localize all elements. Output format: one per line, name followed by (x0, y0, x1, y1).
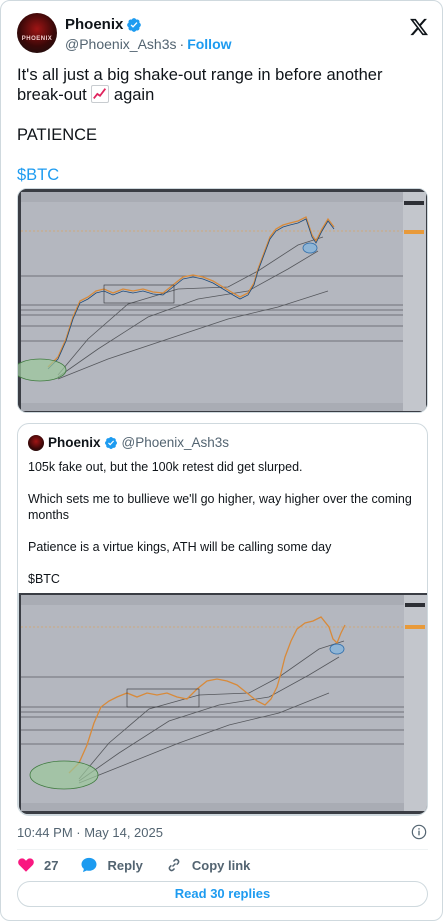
quoted-paragraph-4: $BTC (28, 572, 60, 586)
footer-divider (17, 849, 428, 850)
quoted-paragraph-3: Patience is a virtue kings, ATH will be … (28, 540, 332, 554)
author-name[interactable]: Phoenix (65, 16, 123, 33)
action-bar: 27 Reply Copy link (17, 855, 272, 875)
tweet-card: PHOENIX Phoenix @Phoenix_Ash3s · Follow … (0, 0, 443, 921)
verified-badge-icon (104, 436, 117, 449)
quoted-paragraph-1: 105k fake out, but the 100k retest did g… (28, 460, 303, 474)
info-icon[interactable] (411, 824, 427, 840)
tweet-line-1-tail: again (113, 86, 155, 104)
reply-bubble-icon (81, 857, 97, 873)
author-name-row: Phoenix (65, 16, 142, 33)
quoted-author-handle: @Phoenix_Ash3s (121, 435, 230, 450)
quoted-paragraph-2: Which sets me to bullieve we'll go highe… (28, 492, 412, 522)
author-handle-row: @Phoenix_Ash3s · Follow (65, 36, 232, 52)
tweet-line-2: PATIENCE (17, 126, 98, 144)
follow-button[interactable]: Follow (187, 36, 231, 52)
btc-chart-graphic-quoted (19, 593, 427, 814)
author-handle[interactable]: @Phoenix_Ash3s (65, 36, 177, 52)
copy-link-button[interactable]: Copy link (165, 856, 251, 874)
reply-button[interactable]: Reply (80, 856, 143, 874)
verified-badge-icon (127, 17, 142, 32)
x-logo-icon[interactable] (409, 17, 429, 37)
chart-increasing-emoji (91, 85, 110, 103)
tweet-timestamp[interactable]: 10:44 PM · May 14, 2025 (17, 825, 163, 840)
quoted-avatar (28, 435, 44, 451)
chart-image-main[interactable] (17, 188, 428, 413)
quoted-tweet-text: 105k fake out, but the 100k retest did g… (28, 459, 423, 603)
avatar-logo-text: PHOENIX (21, 36, 53, 42)
tweet-text: It's all just a big shake-out range in b… (17, 65, 427, 205)
read-replies-button[interactable]: Read 30 replies (17, 881, 428, 907)
avatar[interactable]: PHOENIX (17, 13, 57, 53)
separator-dot: · (179, 36, 185, 52)
cashtag-link[interactable]: $BTC (17, 165, 427, 185)
heart-icon (18, 858, 34, 872)
chart-image-quoted[interactable] (18, 593, 428, 815)
like-count: 27 (44, 857, 59, 873)
btc-chart-graphic (18, 189, 427, 412)
tweet-header: PHOENIX Phoenix @Phoenix_Ash3s · Follow (17, 13, 429, 57)
quoted-author-name: Phoenix (48, 435, 101, 450)
tweet-line-1: It's all just a big shake-out range in b… (17, 66, 383, 104)
copy-link-label: Copy link (191, 857, 251, 873)
reply-label: Reply (107, 857, 143, 873)
quoted-author-row: Phoenix @Phoenix_Ash3s (48, 435, 229, 450)
link-icon (168, 858, 180, 872)
like-button[interactable]: 27 (17, 856, 58, 874)
